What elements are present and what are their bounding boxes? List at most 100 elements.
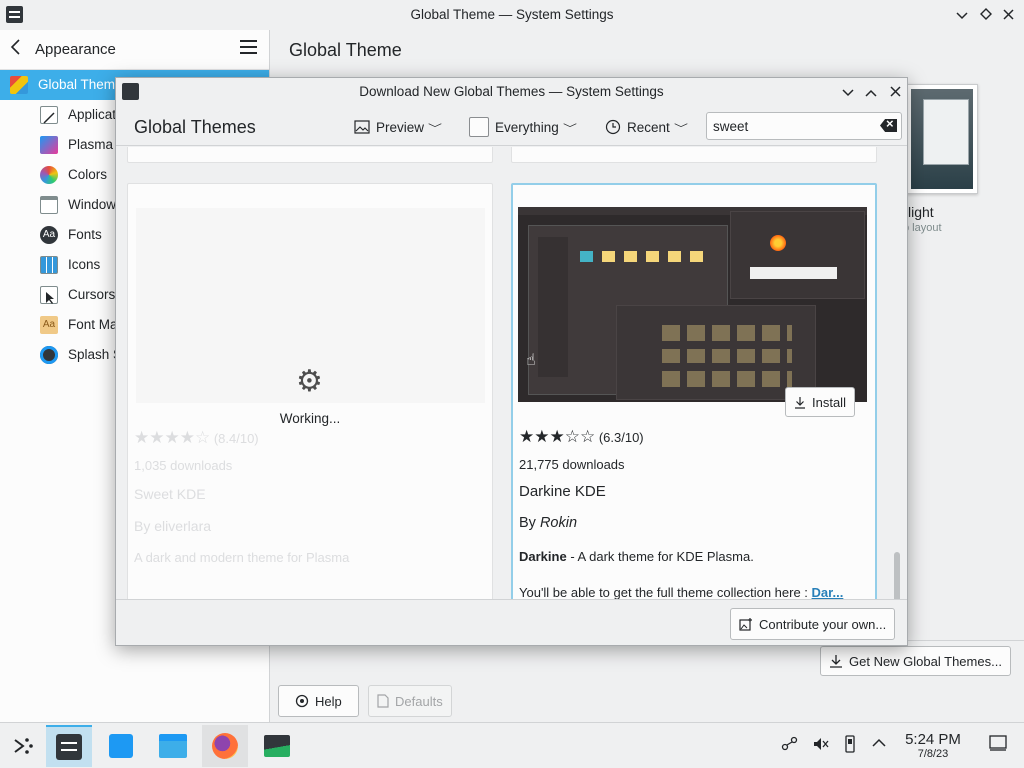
sidebar-item-label: Fonts <box>68 227 102 242</box>
sort-dropdown[interactable]: Recent ﹀ <box>605 114 688 140</box>
maximize-button[interactable] <box>976 5 996 25</box>
sidebar-item-label: Global Theme <box>38 77 123 92</box>
gear-icon: ⚙ <box>296 365 323 398</box>
defaults-label: Defaults <box>395 693 443 709</box>
clear-search-icon[interactable] <box>880 119 897 132</box>
sidebar-item-label: Font Ma <box>68 317 118 332</box>
back-icon[interactable] <box>10 38 22 61</box>
download-count: 1,035 downloads <box>134 458 233 473</box>
theme-description: A dark and modern theme for Plasma <box>134 550 350 565</box>
system-settings-icon <box>56 734 82 760</box>
description-bold: Darkine <box>519 549 567 564</box>
scrollbar[interactable] <box>894 552 900 599</box>
chevron-down-icon: ﹀ <box>562 123 577 135</box>
hamburger-menu-icon[interactable] <box>240 40 257 54</box>
theme-card-sweet[interactable]: ⚙ Working... ★★★★☆ (8.4/10) 1,035 downlo… <box>127 183 493 599</box>
document-icon <box>377 694 389 708</box>
help-button[interactable]: Help <box>278 685 359 717</box>
clock-time: 5:24 PM <box>905 731 961 748</box>
view-mode-dropdown[interactable]: Preview ﹀ <box>354 114 443 140</box>
theme-author: By eliverlara <box>134 518 212 534</box>
taskbar-system-monitor[interactable] <box>254 725 300 767</box>
download-icon <box>830 655 842 668</box>
chevron-down-icon: ﹀ <box>673 123 688 135</box>
theme-description: Darkine - A dark theme for KDE Plasma. <box>519 549 754 564</box>
dolphin-icon <box>159 734 187 758</box>
plasma-style-icon <box>40 136 58 154</box>
theme-preview-thumbnail[interactable] <box>906 84 978 194</box>
chevron-down-icon: ﹀ <box>428 123 443 135</box>
removable-device-icon[interactable] <box>844 735 856 758</box>
dialog-title: Download New Global Themes — System Sett… <box>359 84 664 99</box>
app-launcher-icon <box>14 738 33 754</box>
rating-value: (8.4/10) <box>213 431 259 446</box>
theme-card[interactable] <box>127 147 493 163</box>
page-title: Global Theme <box>289 40 402 60</box>
search-field[interactable] <box>706 112 902 140</box>
show-desktop-icon[interactable] <box>989 735 1007 756</box>
dialog-close-button[interactable] <box>885 82 905 102</box>
star-rating-icon: ★★★☆☆ <box>519 427 596 446</box>
sidebar-item-label: Icons <box>68 257 101 272</box>
clock[interactable]: 5:24 PM 7/8/23 <box>898 731 968 760</box>
minimize-button[interactable] <box>952 5 972 25</box>
theme-card[interactable] <box>511 147 877 163</box>
dialog-titlebar: Download New Global Themes — System Sett… <box>116 78 907 106</box>
theme-name: Sweet KDE <box>134 486 206 502</box>
help-label: Help <box>315 693 342 709</box>
author-name: Rokin <box>539 515 578 531</box>
chevron-up-icon[interactable] <box>872 735 886 753</box>
splash-screen-icon <box>40 346 58 364</box>
theme-note: You'll be able to get the full theme col… <box>519 585 843 599</box>
taskbar-firefox[interactable] <box>202 725 248 767</box>
get-new-themes-button[interactable]: Get New Global Themes... <box>820 646 1011 676</box>
sidebar-item-label: Splash S <box>68 347 123 362</box>
description-text: - A dark theme for KDE Plasma. <box>566 549 754 564</box>
sidebar-back-label[interactable]: Appearance <box>35 41 116 58</box>
taskbar-system-settings[interactable] <box>46 725 92 767</box>
view-mode-label: Preview <box>376 119 425 135</box>
dialog-heading: Global Themes <box>134 117 256 137</box>
font-management-icon: Aa <box>40 316 58 334</box>
cursors-icon <box>40 286 58 304</box>
clock-icon <box>605 119 621 135</box>
taskbar-dolphin[interactable] <box>150 725 196 767</box>
dialog-maximize-button[interactable] <box>861 82 881 102</box>
install-button[interactable]: Install <box>785 387 855 417</box>
network-icon[interactable] <box>781 735 799 758</box>
close-button[interactable] <box>998 5 1018 25</box>
rating-row: ★★★★☆ (8.4/10) <box>134 428 259 448</box>
sidebar-header: Appearance <box>0 30 269 70</box>
themes-grid: ⚙ Working... ★★★★☆ (8.4/10) 1,035 downlo… <box>116 147 907 599</box>
hand-cursor-icon: ☝ <box>526 352 536 369</box>
dialog-footer: Contribute your own... <box>116 599 907 645</box>
download-themes-dialog: Download New Global Themes — System Sett… <box>115 77 908 646</box>
icons-icon <box>40 256 58 274</box>
global-theme-icon <box>10 76 28 94</box>
collection-link[interactable]: Dar... <box>812 585 844 599</box>
filter-dropdown[interactable]: Everything ﹀ <box>469 114 577 140</box>
defaults-button[interactable]: Defaults <box>368 685 452 717</box>
fonts-icon: Aa <box>40 226 58 244</box>
filter-label: Everything <box>495 119 559 135</box>
theme-sub-label: p layout <box>903 222 942 234</box>
theme-card-darkine[interactable]: ☝ Install ★★★☆☆ (6.3/10) 21,775 download… <box>511 183 877 599</box>
get-new-themes-label: Get New Global Themes... <box>849 653 1002 669</box>
author-prefix: By <box>519 515 536 531</box>
contribute-button[interactable]: Contribute your own... <box>730 608 896 640</box>
clock-date: 7/8/23 <box>917 748 949 760</box>
install-label: Install <box>812 394 846 410</box>
system-monitor-icon <box>264 735 290 757</box>
download-count: 21,775 downloads <box>519 457 625 472</box>
app-launcher-button[interactable] <box>0 725 46 767</box>
rating-row: ★★★☆☆ (6.3/10) <box>519 427 644 447</box>
theme-screenshot: ☝ <box>518 207 867 402</box>
sidebar-item-label: Plasma <box>68 137 114 152</box>
application-style-icon <box>40 106 58 124</box>
volume-muted-icon[interactable] <box>812 735 830 758</box>
main-window-title: Global Theme — System Settings <box>410 7 614 22</box>
dialog-minimize-button[interactable] <box>838 82 858 102</box>
search-input[interactable] <box>713 117 873 135</box>
theme-name: Darkine KDE <box>519 483 606 500</box>
taskbar-discover[interactable] <box>98 725 144 767</box>
